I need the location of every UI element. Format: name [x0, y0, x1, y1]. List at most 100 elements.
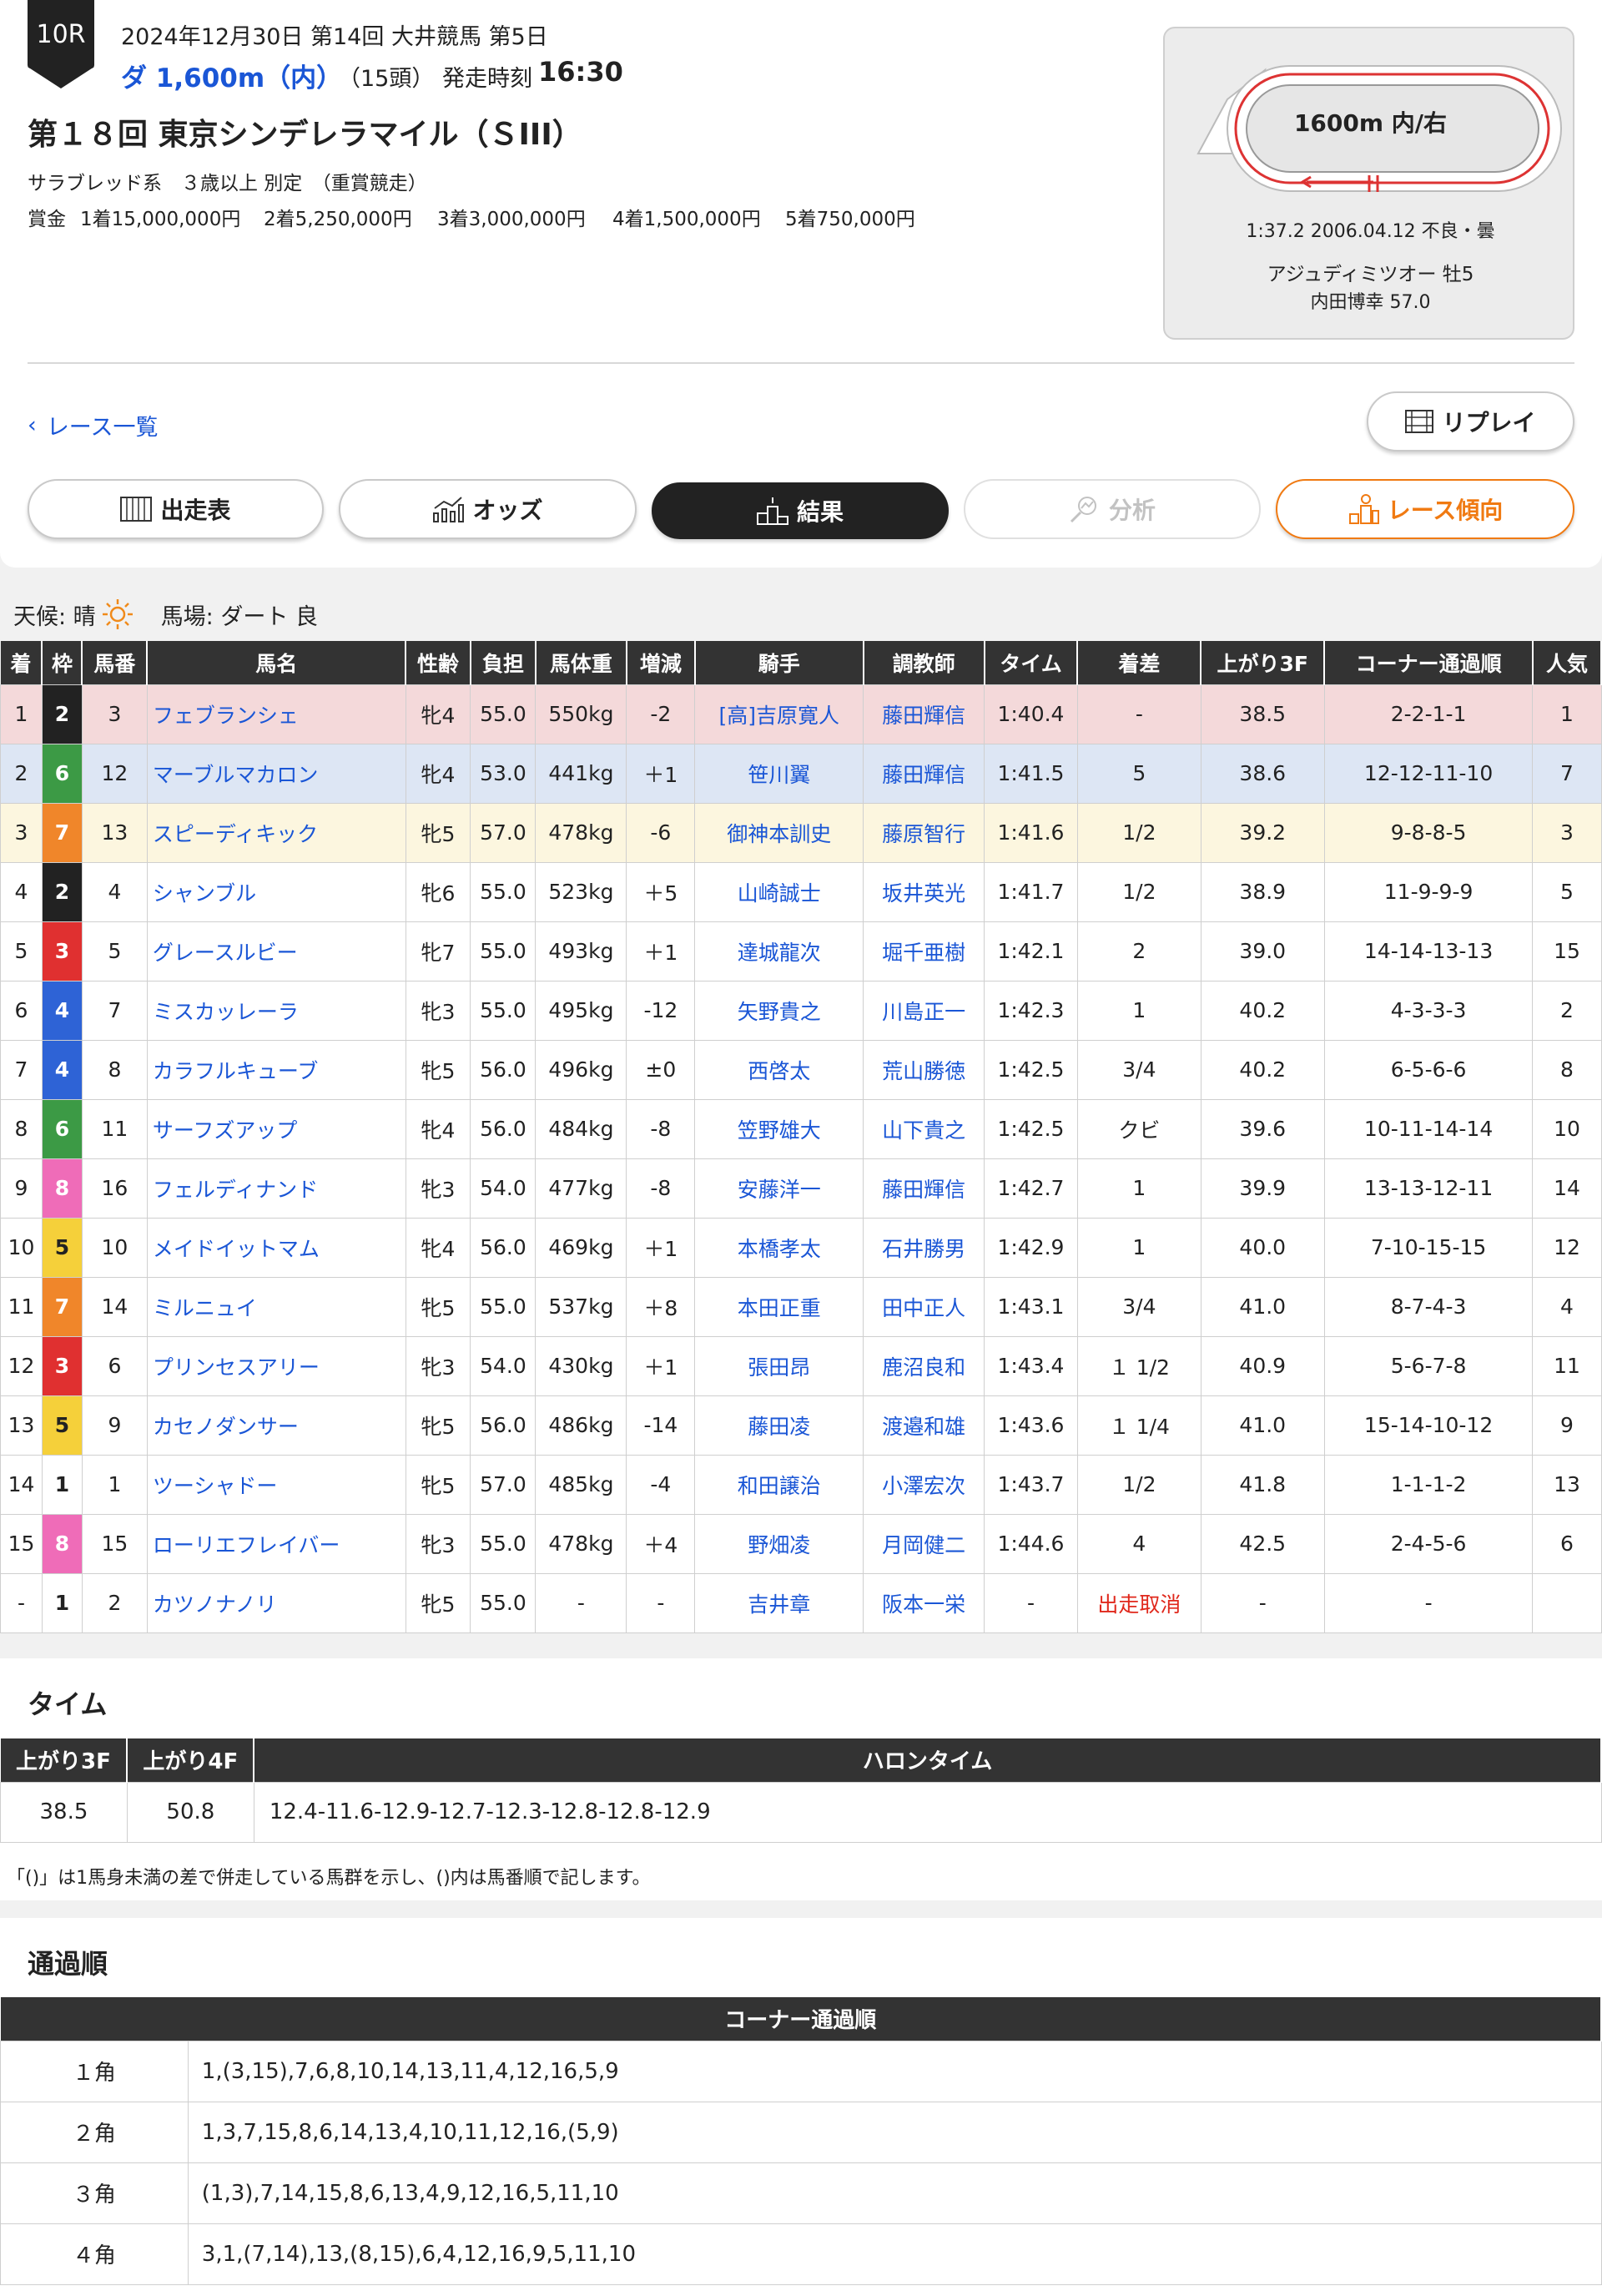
margin: 5	[1076, 743, 1202, 804]
horse-name-link[interactable]: マーブルマカロン	[146, 743, 406, 804]
replay-button[interactable]: リプレイ	[1367, 391, 1574, 452]
tab-results[interactable]: 結果	[652, 482, 949, 539]
record-horse: アジュディミツオー 牡5	[1267, 264, 1474, 285]
jockey-link[interactable]: 本橋孝太	[694, 1217, 864, 1278]
horse-name-link[interactable]: ミルニュイ	[146, 1276, 406, 1337]
trainer-link[interactable]: 藤田輝信	[863, 684, 985, 744]
trainer-link[interactable]: 鹿沼良和	[863, 1335, 985, 1396]
horse-name-link[interactable]: ローリエフレイバー	[146, 1513, 406, 1574]
jockey-link[interactable]: 笹川翼	[694, 743, 864, 804]
trainer-link[interactable]: 田中正人	[863, 1276, 985, 1337]
jockey-link[interactable]: 達城龍次	[694, 921, 864, 981]
jockey-link[interactable]: 山崎誠士	[694, 861, 864, 922]
tab-entries[interactable]: 出走表	[28, 479, 324, 539]
jockey-link[interactable]: 西啓太	[694, 1039, 864, 1100]
result-row: 14 1 1 ツーシャドー 牝5 57.0 485kg -4 和田譲治 小澤宏次 1:43.7 1/2…	[0, 1454, 1602, 1515]
chart-icon	[433, 497, 465, 522]
header-cell: 騎手	[694, 641, 864, 684]
sex-age: 牝4	[405, 743, 471, 804]
sex-age: 牝3	[405, 1335, 471, 1396]
horse-name-link[interactable]: スピーディキック	[146, 802, 406, 863]
horse-name-link[interactable]: サーフズアップ	[146, 1098, 406, 1159]
margin: 2	[1076, 921, 1202, 981]
jockey-link[interactable]: 本田正重	[694, 1276, 864, 1337]
trainer-link[interactable]: 小澤宏次	[863, 1454, 985, 1515]
trainer-link[interactable]: 石井勝男	[863, 1217, 985, 1278]
trainer-link[interactable]: 川島正一	[863, 980, 985, 1041]
jockey-link[interactable]: 安藤洋一	[694, 1158, 864, 1219]
waku-number: 4	[41, 980, 83, 1041]
jockey-link[interactable]: 和田譲治	[694, 1454, 864, 1515]
trainer-link[interactable]: 阪本一栄	[863, 1572, 985, 1633]
trainer-link[interactable]: 堀千亜樹	[863, 921, 985, 981]
horse-name-link[interactable]: フェブランシェ	[146, 684, 406, 744]
trainer-link[interactable]: 坂井英光	[863, 861, 985, 922]
trainer-link[interactable]: 藤田輝信	[863, 1158, 985, 1219]
jockey-link[interactable]: [高]吉原寛人	[694, 684, 864, 744]
trainer-link[interactable]: 藤田輝信	[863, 743, 985, 804]
horse-name-link[interactable]: カセノダンサー	[146, 1395, 406, 1456]
body-weight: 477kg	[535, 1158, 627, 1219]
sex-age: 牝3	[405, 1513, 471, 1574]
trainer-link[interactable]: 藤原智行	[863, 802, 985, 863]
header-cell: 上がり3F	[1201, 641, 1326, 684]
horse-name-link[interactable]: プリンセスアリー	[146, 1335, 406, 1396]
waku-number: 1	[41, 1572, 83, 1633]
weight-carried: 53.0	[470, 743, 537, 804]
header-cell: 人気	[1532, 641, 1602, 684]
track-label: 1600m 内/右	[1293, 109, 1448, 137]
jockey-link[interactable]: 御神本訓史	[694, 802, 864, 863]
trainer-link[interactable]: 月岡健二	[863, 1513, 985, 1574]
tab-race-trend[interactable]: レース傾向	[1276, 479, 1574, 539]
result-row: 15 8 15 ローリエフレイバー 牝3 55.0 478kg ＋4 野畑凌 月岡健二 1:44.6…	[0, 1513, 1602, 1574]
finish-position: 14	[0, 1454, 43, 1515]
horse-name-link[interactable]: シャンブル	[146, 861, 406, 922]
jockey-link[interactable]: 吉井章	[694, 1572, 864, 1633]
jockey-link[interactable]: 野畑凌	[694, 1513, 864, 1574]
horse-name-link[interactable]: カツノナノリ	[146, 1572, 406, 1633]
finish-position: 5	[0, 921, 43, 981]
finish-time: 1:44.6	[984, 1513, 1078, 1574]
last-4f-value: 50.8	[126, 1781, 254, 1843]
horse-number: 6	[81, 1335, 148, 1396]
race-header-card: 10R 2024年12月30日 第14回 大井競馬 第5日 ダ 1,600m（内…	[0, 0, 1602, 568]
passing-row: ２角 1,3,7,15,8,6,14,13,4,10,11,12,16,(5,9)	[0, 2101, 1602, 2163]
prize-4: 4着1,500,000円	[612, 209, 761, 230]
tab-analysis[interactable]: 分析	[964, 479, 1261, 539]
trainer-link[interactable]: 荒山勝徳	[863, 1039, 985, 1100]
trainer-link[interactable]: 渡邉和雄	[863, 1395, 985, 1456]
result-row: 2 6 12 マーブルマカロン 牝4 53.0 441kg ＋1 笹川翼 藤田輝信 1:41.5 5 3…	[0, 743, 1602, 804]
body-weight: 493kg	[535, 921, 627, 981]
back-to-race-list-link[interactable]: ‹ レース一覧	[28, 409, 158, 442]
sex-age: 牝5	[405, 1276, 471, 1337]
popularity: 14	[1532, 1158, 1602, 1219]
body-weight: 478kg	[535, 802, 627, 863]
weight-change: -12	[626, 980, 696, 1041]
corner-order: (1,3),7,14,15,8,6,13,4,9,12,16,5,11,10	[187, 2162, 1602, 2224]
horse-name-link[interactable]: カラフルキューブ	[146, 1039, 406, 1100]
horse-name-link[interactable]: メイドイットマム	[146, 1217, 406, 1278]
finish-time: 1:43.4	[984, 1335, 1078, 1396]
horse-name-link[interactable]: フェルディナンド	[146, 1158, 406, 1219]
tab-odds[interactable]: オッズ	[339, 479, 637, 539]
jockey-link[interactable]: 藤田凌	[694, 1395, 864, 1456]
last-3f: 40.0	[1200, 1217, 1325, 1278]
time-value-row: 38.5 50.8 12.4-11.6-12.9-12.7-12.3-12.8-…	[0, 1781, 1602, 1843]
waku-number: 1	[41, 1454, 83, 1515]
finish-position: 6	[0, 980, 43, 1041]
jockey-link[interactable]: 矢野貴之	[694, 980, 864, 1041]
result-row: 6 4 7 ミスカッレーラ 牝3 55.0 495kg -12 矢野貴之 川島正一 1:42.3 1 4…	[0, 980, 1602, 1041]
prize-1: 1着15,000,000円	[80, 209, 241, 230]
race-conditions: サラブレッド系 ３歳以上 別定 （重賞競走）	[28, 173, 427, 194]
last-3f: -	[1200, 1572, 1325, 1633]
horse-name-link[interactable]: ミスカッレーラ	[146, 980, 406, 1041]
jockey-link[interactable]: 笠野雄大	[694, 1098, 864, 1159]
horse-name-link[interactable]: ツーシャドー	[146, 1454, 406, 1515]
trainer-link[interactable]: 山下貴之	[863, 1098, 985, 1159]
finish-time: 1:42.3	[984, 980, 1078, 1041]
horse-name-link[interactable]: グレースルビー	[146, 921, 406, 981]
result-row: 13 5 9 カセノダンサー 牝5 56.0 486kg -14 藤田凌 渡邉和雄 1:43.6 １ …	[0, 1395, 1602, 1456]
jockey-link[interactable]: 張田昂	[694, 1335, 864, 1396]
field-size: （15頭）	[338, 66, 435, 92]
margin: １ 1/4	[1076, 1395, 1202, 1456]
